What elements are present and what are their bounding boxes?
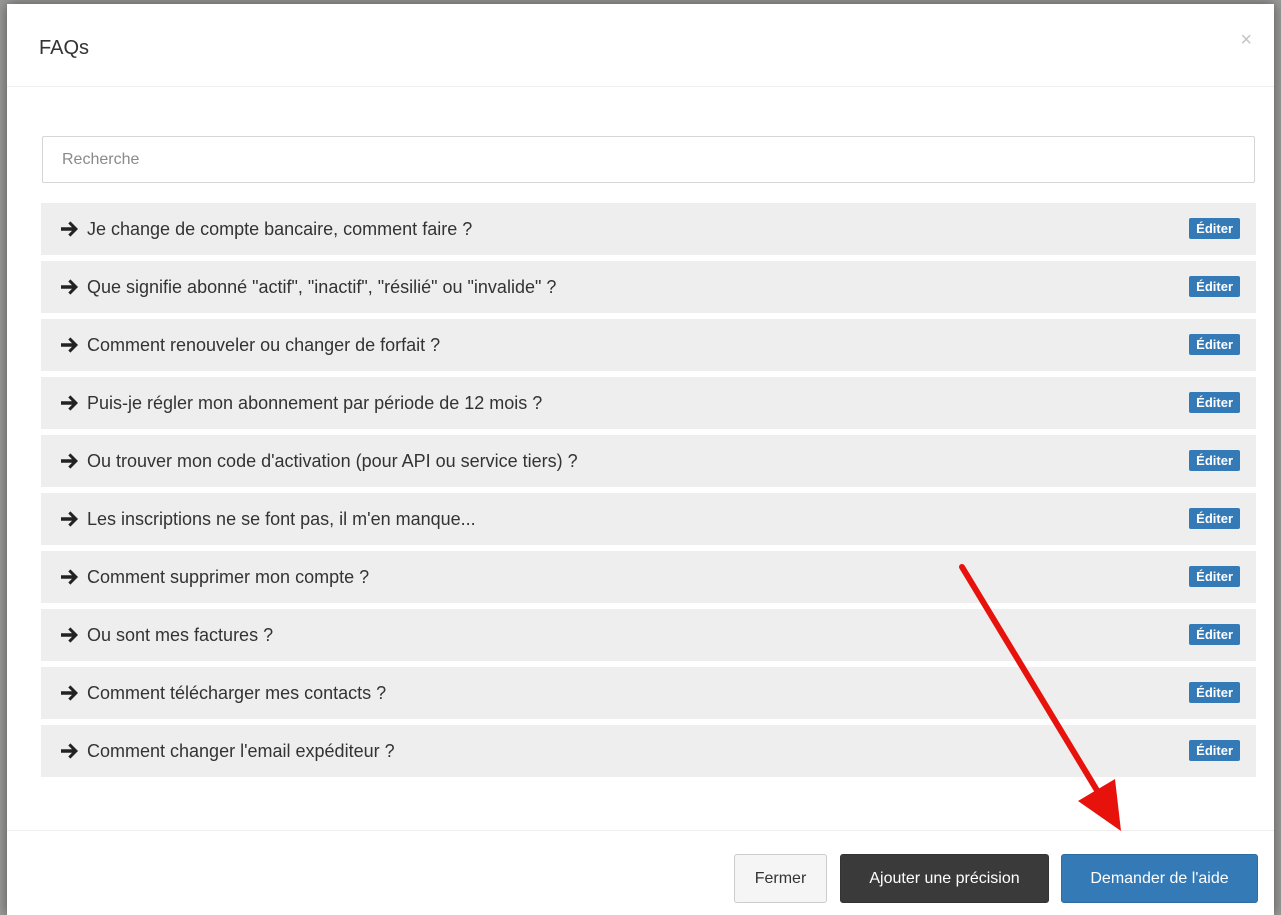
add-precision-button[interactable]: Ajouter une précision [840, 854, 1049, 903]
faq-question: Comment changer l'email expéditeur ? [87, 741, 395, 761]
ask-help-button[interactable]: Demander de l'aide [1061, 854, 1258, 903]
modal-footer: Fermer Ajouter une précision Demander de… [7, 830, 1274, 915]
faq-item[interactable]: Je change de compte bancaire, comment fa… [41, 203, 1256, 255]
arrow-right-icon [61, 569, 78, 585]
edit-button[interactable]: Éditer [1189, 624, 1240, 645]
faq-question: Comment renouveler ou changer de forfait… [87, 335, 441, 355]
faq-question: Je change de compte bancaire, comment fa… [87, 219, 473, 239]
arrow-right-icon [61, 395, 78, 411]
faq-question: Comment télécharger mes contacts ? [87, 683, 387, 703]
arrow-right-icon [61, 627, 78, 643]
modal-header: FAQs × [7, 4, 1274, 87]
arrow-right-icon [61, 279, 78, 295]
edit-button[interactable]: Éditer [1189, 740, 1240, 761]
edit-button[interactable]: Éditer [1189, 450, 1240, 471]
faq-list: Je change de compte bancaire, comment fa… [41, 203, 1256, 783]
faq-item[interactable]: Comment supprimer mon compte ? Éditer [41, 551, 1256, 603]
faq-question: Que signifie abonné "actif", "inactif", … [87, 277, 557, 297]
faq-question: Comment supprimer mon compte ? [87, 567, 370, 587]
modal-title: FAQs [39, 37, 90, 59]
arrow-right-icon [61, 453, 78, 469]
edit-button[interactable]: Éditer [1189, 508, 1240, 529]
edit-button[interactable]: Éditer [1189, 334, 1240, 355]
edit-button[interactable]: Éditer [1189, 218, 1240, 239]
arrow-right-icon [61, 685, 78, 701]
faq-question: Ou trouver mon code d'activation (pour A… [87, 451, 578, 471]
close-icon[interactable]: × [1240, 30, 1252, 50]
faq-item[interactable]: Comment changer l'email expéditeur ? Édi… [41, 725, 1256, 777]
faq-item[interactable]: Puis-je régler mon abonnement par périod… [41, 377, 1256, 429]
arrow-right-icon [61, 511, 78, 527]
edit-button[interactable]: Éditer [1189, 682, 1240, 703]
close-button[interactable]: Fermer [734, 854, 827, 903]
faq-item[interactable]: Comment télécharger mes contacts ? Édite… [41, 667, 1256, 719]
faq-item[interactable]: Ou sont mes factures ? Éditer [41, 609, 1256, 661]
faq-question: Les inscriptions ne se font pas, il m'en… [87, 509, 476, 529]
edit-button[interactable]: Éditer [1189, 566, 1240, 587]
arrow-right-icon [61, 743, 78, 759]
faq-question: Puis-je régler mon abonnement par périod… [87, 393, 543, 413]
faq-modal: FAQs × Je change de compte bancaire, com… [7, 4, 1274, 915]
edit-button[interactable]: Éditer [1189, 392, 1240, 413]
faq-item[interactable]: Les inscriptions ne se font pas, il m'en… [41, 493, 1256, 545]
arrow-right-icon [61, 221, 78, 237]
arrow-right-icon [61, 337, 78, 353]
faq-item[interactable]: Que signifie abonné "actif", "inactif", … [41, 261, 1256, 313]
faq-item[interactable]: Comment renouveler ou changer de forfait… [41, 319, 1256, 371]
search-input[interactable] [42, 136, 1255, 183]
faq-item[interactable]: Ou trouver mon code d'activation (pour A… [41, 435, 1256, 487]
faq-question: Ou sont mes factures ? [87, 625, 274, 645]
edit-button[interactable]: Éditer [1189, 276, 1240, 297]
